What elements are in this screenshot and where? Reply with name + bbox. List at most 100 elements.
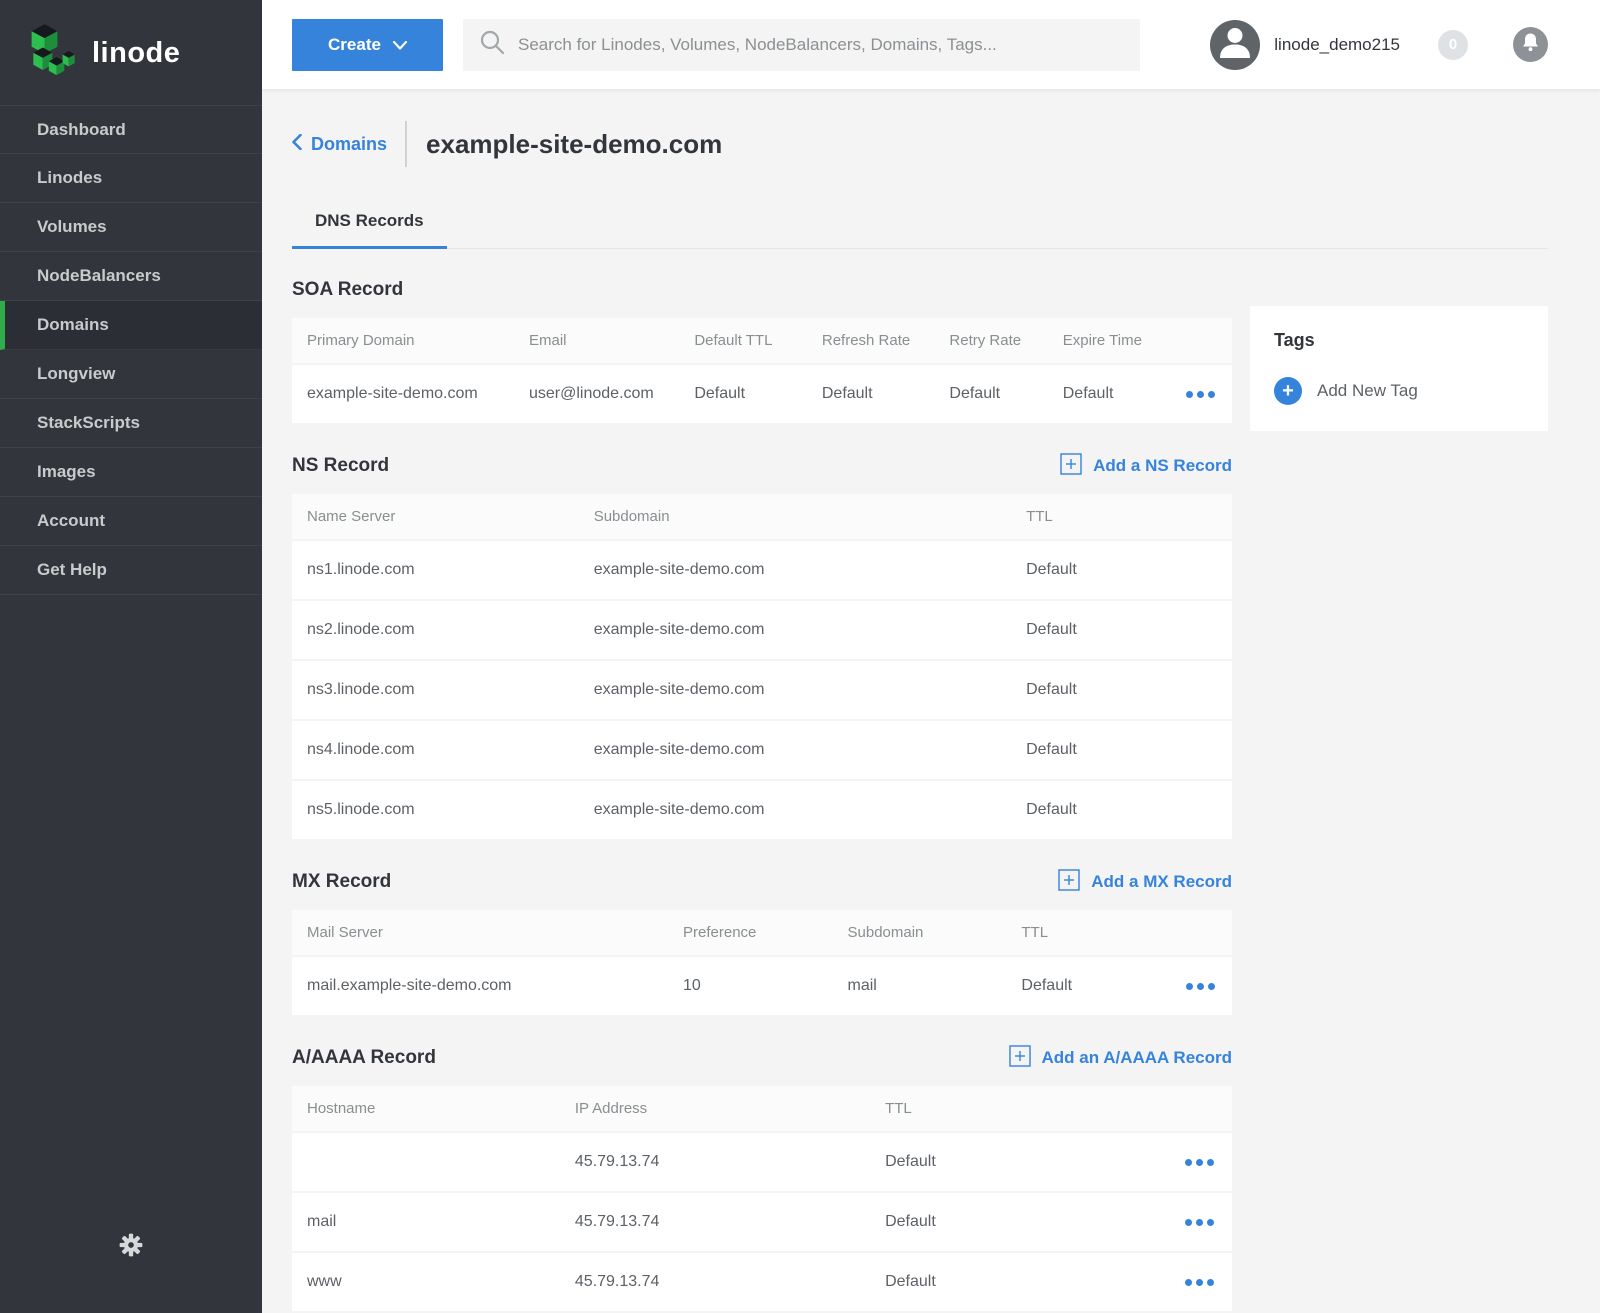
search-bar[interactable] [463, 19, 1140, 71]
content-area: Domains example-site-demo.com DNS Record… [262, 89, 1600, 1313]
column-header: TTL [1011, 494, 1232, 540]
column-header: Subdomain [579, 494, 1011, 540]
table-cell: Default [1011, 720, 1232, 780]
section-title: MX Record [292, 871, 391, 893]
table-cell: www [292, 1252, 560, 1312]
column-header: Retry Rate [934, 318, 1047, 364]
notification-count: 0 [1449, 36, 1457, 53]
table-cell: Default [1011, 780, 1232, 840]
bell-icon [1522, 33, 1539, 57]
mx-record-table: Mail ServerPreferenceSubdomainTTLmail.ex… [292, 910, 1232, 1017]
table-cell: mail [833, 956, 1007, 1016]
app-window: linode DashboardLinodesVolumesNodeBalanc… [0, 0, 1600, 1313]
add-mx-record-link[interactable]: Add a MX Record [1058, 869, 1232, 896]
plus-circle-icon: + [1274, 377, 1302, 405]
gear-icon [118, 1232, 144, 1263]
section-soa-record: SOA RecordPrimary DomainEmailDefault TTL… [292, 275, 1232, 425]
sidebar-item-longview[interactable]: Longview [0, 350, 262, 399]
table-cell: Default [1006, 956, 1171, 1016]
add-a-record-link[interactable]: Add an A/AAAA Record [1009, 1045, 1232, 1072]
breadcrumb-back-link[interactable]: Domains [292, 134, 387, 155]
table-cell: ns5.linode.com [292, 780, 579, 840]
column-header: Refresh Rate [807, 318, 935, 364]
table-cell: Default [870, 1132, 1166, 1192]
table-cell: 10 [668, 956, 833, 1016]
column-header: Subdomain [833, 910, 1007, 956]
sidebar-nav: DashboardLinodesVolumesNodeBalancersDoma… [0, 105, 262, 595]
table-cell: Default [1011, 540, 1232, 600]
row-actions-menu[interactable] [1185, 1275, 1214, 1290]
create-button-label: Create [328, 35, 381, 55]
sidebar-item-dashboard[interactable]: Dashboard [0, 105, 262, 154]
notifications-bell-button[interactable] [1513, 27, 1548, 62]
table-cell: example-site-demo.com [579, 660, 1011, 720]
section-title: NS Record [292, 455, 389, 477]
table-cell: 45.79.13.74 [560, 1192, 870, 1252]
table-row: ns4.linode.comexample-site-demo.comDefau… [292, 720, 1232, 780]
ellipsis-icon [1186, 983, 1193, 990]
avatar[interactable] [1210, 20, 1260, 70]
row-actions-menu[interactable] [1186, 387, 1215, 402]
column-header: Expire Time [1048, 318, 1171, 364]
row-actions-menu[interactable] [1185, 1215, 1214, 1230]
notification-count-badge[interactable]: 0 [1438, 30, 1468, 60]
table-cell: ns4.linode.com [292, 720, 579, 780]
sidebar-item-images[interactable]: Images [0, 448, 262, 497]
topbar: Create [262, 0, 1600, 89]
sidebar-item-get-help[interactable]: Get Help [0, 546, 262, 595]
ellipsis-icon [1185, 1279, 1192, 1286]
column-header: Name Server [292, 494, 579, 540]
column-header: TTL [1006, 910, 1171, 956]
row-actions-menu[interactable] [1186, 979, 1215, 994]
ellipsis-icon [1186, 391, 1193, 398]
actions-cell [1166, 1192, 1232, 1252]
column-header: Email [514, 318, 679, 364]
sidebar-item-stackscripts[interactable]: StackScripts [0, 399, 262, 448]
add-new-tag-button[interactable]: + Add New Tag [1274, 377, 1524, 405]
sidebar-item-nodebalancers[interactable]: NodeBalancers [0, 252, 262, 301]
linode-cubes-icon [28, 20, 80, 87]
table-row: www45.79.13.74Default [292, 1252, 1232, 1312]
row-actions-menu[interactable] [1185, 1155, 1214, 1170]
table-cell: ns3.linode.com [292, 660, 579, 720]
username[interactable]: linode_demo215 [1274, 35, 1400, 55]
actions-cell [1171, 364, 1232, 424]
plus-box-icon [1060, 453, 1082, 480]
table-cell [292, 1132, 560, 1192]
table-cell: example-site-demo.com [579, 720, 1011, 780]
plus-box-icon [1058, 869, 1080, 896]
settings-button[interactable] [0, 1232, 262, 1263]
actions-cell [1171, 956, 1232, 1016]
add-record-label: Add an A/AAAA Record [1042, 1048, 1232, 1068]
sidebar-item-account[interactable]: Account [0, 497, 262, 546]
soa-record-table: Primary DomainEmailDefault TTLRefresh Ra… [292, 318, 1232, 425]
table-cell: ns2.linode.com [292, 600, 579, 660]
table-row: mail.example-site-demo.com10mailDefault [292, 956, 1232, 1016]
table-cell: mail.example-site-demo.com [292, 956, 668, 1016]
table-cell: mail [292, 1192, 560, 1252]
search-input[interactable] [518, 35, 1124, 55]
tab-dns-records[interactable]: DNS Records [292, 201, 447, 249]
user-area: linode_demo215 0 [1210, 20, 1548, 70]
search-icon [479, 29, 505, 60]
table-row: example-site-demo.comuser@linode.comDefa… [292, 364, 1232, 424]
linode-logo[interactable]: linode [0, 0, 262, 105]
table-cell: Default [679, 364, 807, 424]
table-cell: Default [870, 1252, 1166, 1312]
column-header: Mail Server [292, 910, 668, 956]
column-header: Hostname [292, 1086, 560, 1132]
brand-name: linode [92, 37, 180, 70]
tab-bar: DNS Records [292, 201, 1548, 249]
add-ns-record-link[interactable]: Add a NS Record [1060, 453, 1232, 480]
chevron-left-icon [292, 134, 302, 155]
ellipsis-icon [1185, 1219, 1192, 1226]
table-row: 45.79.13.74Default [292, 1132, 1232, 1192]
ns-record-table: Name ServerSubdomainTTLns1.linode.comexa… [292, 494, 1232, 841]
create-button[interactable]: Create [292, 19, 443, 71]
sidebar-item-domains[interactable]: Domains [0, 301, 262, 350]
table-cell: example-site-demo.com [292, 364, 514, 424]
tags-panel: Tags + Add New Tag [1250, 306, 1548, 431]
section-a-record: A/AAAA RecordAdd an A/AAAA RecordHostnam… [292, 1043, 1232, 1313]
sidebar-item-linodes[interactable]: Linodes [0, 154, 262, 203]
sidebar-item-volumes[interactable]: Volumes [0, 203, 262, 252]
